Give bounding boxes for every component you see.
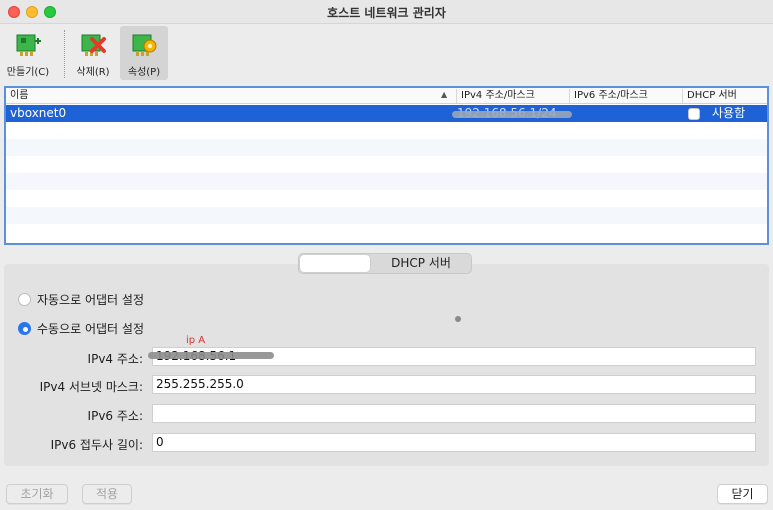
reset-button[interactable]: 초기화 [6, 484, 68, 504]
table-row[interactable]: vboxnet0 192.168.56.1/24 사용함 [6, 105, 767, 122]
manual-config-radio[interactable] [18, 322, 31, 335]
dhcp-enabled-checkbox[interactable] [688, 108, 700, 120]
title-bar: 호스트 네트워크 관리자 [0, 0, 773, 24]
window-title: 호스트 네트워크 관리자 [327, 6, 446, 20]
redaction-scribble [148, 352, 274, 359]
indicator-dot [455, 316, 461, 322]
empty-row [6, 173, 767, 190]
tab-adapter[interactable] [300, 255, 370, 272]
auto-config-radio[interactable] [18, 293, 31, 306]
manual-config-option[interactable]: 수동으로 어댑터 설정 [18, 320, 144, 337]
settings-tab-bar: DHCP 서버 [298, 253, 472, 274]
toolbar-separator [64, 30, 65, 78]
auto-config-option[interactable]: 자동으로 어댑터 설정 [18, 291, 144, 308]
column-header-name[interactable]: 이름 [6, 89, 452, 103]
close-button[interactable]: 닫기 [717, 484, 768, 504]
properties-button[interactable]: 속성(P) [120, 26, 168, 80]
network-card-add-icon [16, 34, 41, 56]
properties-label: 속성(P) [127, 67, 161, 78]
apply-button[interactable]: 적용 [82, 484, 132, 504]
ipv6-address-input[interactable] [152, 404, 756, 423]
row-name-cell: vboxnet0 [10, 106, 67, 120]
empty-row [6, 139, 767, 156]
delete-button[interactable]: 삭제(R) [70, 26, 116, 80]
ipv6-address-label: IPv6 주소: [87, 409, 143, 423]
tab-dhcp-server[interactable]: DHCP 서버 [371, 255, 471, 272]
ipv6-prefix-length-input[interactable]: 0 [152, 433, 756, 452]
column-header-ipv4[interactable]: IPv4 주소/마스크 [456, 89, 569, 103]
table-header: 이름 ▲ IPv4 주소/마스크 IPv6 주소/마스크 DHCP 서버 [6, 88, 767, 104]
dhcp-enabled-label: 사용함 [712, 106, 746, 120]
toolbar: 만들기(C) 삭제(R) 속성(P) [0, 24, 773, 82]
ipv4-subnet-mask-input[interactable]: 255.255.255.0 [152, 375, 756, 394]
network-card-remove-icon [81, 34, 106, 56]
empty-row [6, 122, 767, 139]
ipv4-address-label: IPv4 주소: [87, 352, 143, 366]
auto-config-label: 자동으로 어댑터 설정 [37, 293, 144, 307]
empty-row [6, 224, 767, 241]
empty-row [6, 190, 767, 207]
create-button[interactable]: 만들기(C) [4, 26, 52, 80]
ipv6-prefix-length-label: IPv6 접두사 길이: [50, 438, 143, 452]
host-network-table[interactable]: 이름 ▲ IPv4 주소/마스크 IPv6 주소/마스크 DHCP 서버 vbo… [4, 86, 769, 245]
empty-row [6, 156, 767, 173]
annotation-text: ip A [186, 335, 206, 346]
delete-label: 삭제(R) [76, 67, 110, 78]
create-label: 만들기(C) [6, 67, 50, 78]
column-header-dhcp[interactable]: DHCP 서버 [682, 89, 767, 103]
manual-config-label: 수동으로 어댑터 설정 [37, 322, 144, 336]
ipv4-subnet-mask-label: IPv4 서브넷 마스크: [39, 380, 143, 394]
column-header-ipv6[interactable]: IPv6 주소/마스크 [569, 89, 682, 103]
sort-ascending-icon: ▲ [441, 90, 448, 99]
redaction-scribble [452, 111, 572, 118]
network-card-settings-icon [132, 34, 157, 56]
empty-row [6, 207, 767, 224]
